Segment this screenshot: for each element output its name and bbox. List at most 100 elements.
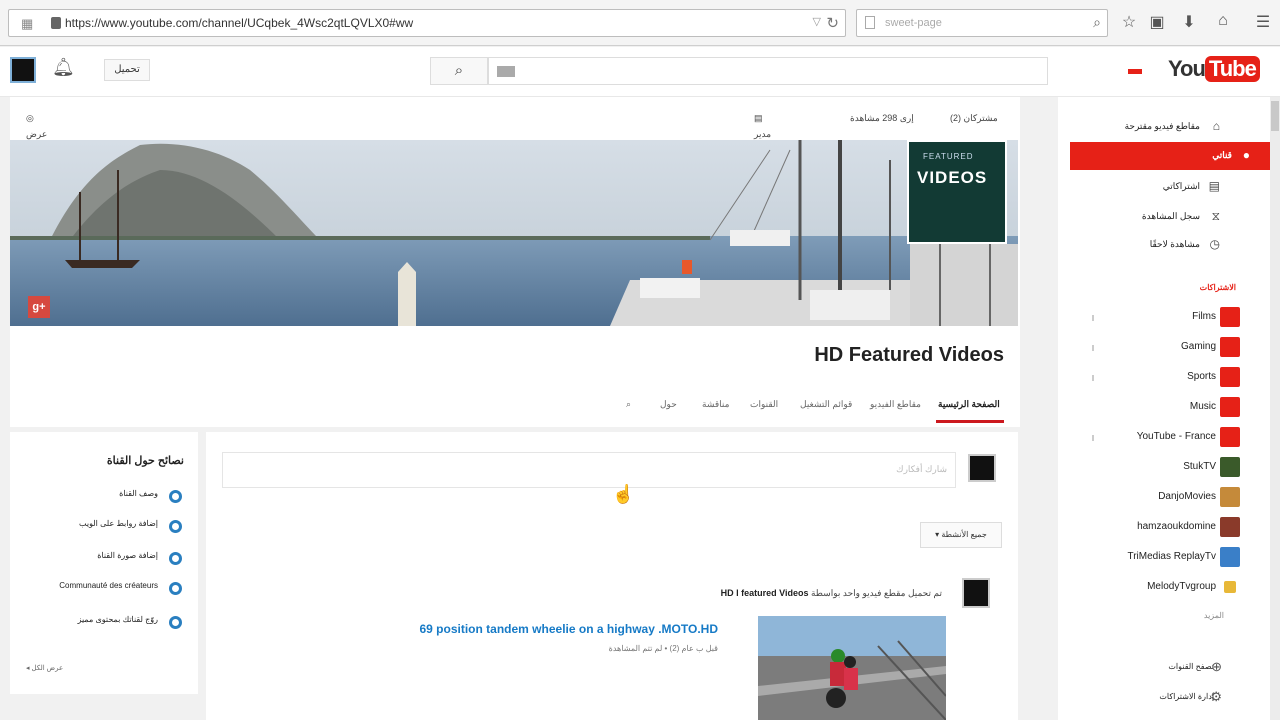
tip-label: وصف القناة bbox=[119, 489, 158, 498]
video-title-link[interactable]: 69 position tandem wheelie on a highway … bbox=[420, 622, 719, 636]
guide-item-suggested[interactable]: مقاطع فيديو مقترحة ⌂ bbox=[1058, 113, 1270, 141]
account-avatar[interactable] bbox=[10, 57, 36, 83]
widget-title: نصائح حول القناة bbox=[106, 455, 184, 467]
browse-channels-link[interactable]: تصفح القنوات ⊕ bbox=[1058, 653, 1270, 681]
bell-icon[interactable]: 🔔︎ bbox=[52, 57, 75, 78]
sidebar-item-stuktv[interactable]: StukTV bbox=[1058, 453, 1270, 483]
guide-item-history[interactable]: سجل المشاهدة ⧖ bbox=[1058, 203, 1270, 231]
sidebar-item-youtube-france[interactable]: YouTube - France bbox=[1058, 423, 1270, 453]
channel-logo[interactable]: FEATURED VIDEOS bbox=[907, 140, 1007, 244]
tab-playlists[interactable]: قوائم التشغيل bbox=[800, 399, 852, 410]
more-subscriptions-link[interactable]: المزيد bbox=[1204, 611, 1224, 620]
subscription-label: Films bbox=[1192, 311, 1216, 322]
activity-filter-dropdown[interactable]: ▾ جميع الأنشطة bbox=[920, 522, 1002, 548]
lock-icon bbox=[51, 17, 61, 29]
tab-search-icon[interactable]: ⌕ bbox=[626, 399, 631, 410]
sidebar-item-danjomovies[interactable]: DanjoMovies bbox=[1058, 483, 1270, 513]
clipboard-icon[interactable]: ▣ bbox=[1146, 12, 1168, 32]
share-post-input[interactable]: شارك أفكارك bbox=[222, 452, 956, 488]
tip-item[interactable]: إضافة صورة القناة bbox=[22, 550, 182, 580]
sports-icon bbox=[1220, 367, 1240, 387]
tip-item[interactable]: روّج لقناتك بمحتوى مميز bbox=[22, 614, 182, 644]
tip-label: إضافة صورة القناة bbox=[97, 551, 158, 560]
tab-discussion[interactable]: مناقشة bbox=[702, 399, 729, 410]
activity-user[interactable]: HD l featured Videos bbox=[721, 588, 809, 598]
channel-avatar bbox=[1220, 517, 1240, 537]
upload-button[interactable]: تحميل bbox=[104, 59, 150, 81]
star-icon[interactable]: ☆ bbox=[1118, 12, 1140, 32]
channel-avatar bbox=[1220, 457, 1240, 477]
dropdown-icon[interactable]: ▽ bbox=[813, 15, 821, 28]
subscription-label: DanjoMovies bbox=[1158, 491, 1216, 502]
tab-home[interactable]: الصفحة الرئيسية bbox=[938, 399, 1000, 410]
page-icon bbox=[865, 16, 875, 29]
tip-label: إضافة روابط على الويب bbox=[79, 519, 158, 528]
manage-subscriptions-link[interactable]: إدارة الاشتراكات ⚙ bbox=[1058, 683, 1270, 711]
user-icon: ● bbox=[1242, 148, 1250, 162]
music-icon bbox=[1220, 397, 1240, 417]
activity-feed: شارك أفكارك ▾ جميع الأنشطة HD l featured… bbox=[206, 432, 1018, 720]
channel-info-row: عرض بـاعتبارك عامة ◎ مدير الفيديو ▤ إرى … bbox=[10, 97, 1020, 161]
tab-about[interactable]: حول bbox=[660, 399, 677, 410]
channel-title: HD Featured Videos bbox=[814, 344, 1004, 366]
channel-avatar bbox=[1220, 487, 1240, 507]
tip-item[interactable]: وصف القناة bbox=[22, 488, 182, 518]
sidebar-item-gaming[interactable]: Gaming bbox=[1058, 333, 1270, 363]
guide-item-my-channel[interactable]: قناتي ● bbox=[1070, 142, 1274, 170]
google-plus-icon[interactable]: g+ bbox=[28, 296, 50, 318]
scrollbar-thumb[interactable] bbox=[1271, 101, 1279, 131]
guide-item-watch-later[interactable]: مشاهدة لاحقًا ◷ bbox=[1058, 231, 1270, 259]
search-button[interactable]: ⌕ bbox=[430, 57, 488, 85]
tab-videos[interactable]: مقاطع الفيديو bbox=[870, 399, 921, 410]
channel-header: عرض بـاعتبارك عامة ◎ مدير الفيديو ▤ إرى … bbox=[10, 97, 1020, 427]
menu-icon[interactable]: ☰ bbox=[1252, 12, 1274, 32]
page-scrollbar[interactable] bbox=[1270, 97, 1280, 720]
video-manager-link[interactable]: مدير الفيديو ▤ bbox=[754, 113, 778, 150]
film-icon bbox=[1220, 307, 1240, 327]
thumbnail-image bbox=[758, 616, 946, 720]
search-input[interactable] bbox=[488, 57, 1048, 85]
subscription-label: Music bbox=[1189, 401, 1216, 412]
download-icon[interactable]: ⬇ bbox=[1178, 12, 1200, 32]
channel-avatar bbox=[1220, 547, 1240, 567]
tip-item[interactable]: إضافة روابط على الويب bbox=[22, 518, 182, 548]
avatar[interactable] bbox=[962, 578, 990, 608]
video-thumbnail[interactable] bbox=[758, 616, 946, 720]
sidebar-item-films[interactable]: Films bbox=[1058, 303, 1270, 333]
show-all-link[interactable]: ◂ عرض الكل bbox=[26, 664, 63, 672]
home-icon[interactable]: ⌂ bbox=[1212, 12, 1234, 30]
search-icon: ⌕ bbox=[454, 62, 464, 79]
gaming-icon bbox=[1220, 337, 1240, 357]
grid-icon: ▤ bbox=[754, 113, 763, 123]
browser-toolbar: ▦ https://www.youtube.com/channel/UCqbek… bbox=[0, 0, 1280, 46]
progress-ring-icon bbox=[169, 616, 182, 629]
reload-icon[interactable]: ↻ bbox=[826, 14, 839, 32]
sidebar-item-hamzaoukdomine[interactable]: hamzaoukdomine bbox=[1058, 513, 1270, 543]
sidebar-item-trimedias[interactable]: TriMedias ReplayTv bbox=[1058, 543, 1270, 573]
view-as-public-link[interactable]: عرض بـاعتبارك عامة ◎ bbox=[26, 113, 59, 161]
sidebar-item-melodytvgroup[interactable]: MelodyTvgroup bbox=[1058, 573, 1270, 603]
address-bar[interactable]: ▦ https://www.youtube.com/channel/UCqbek… bbox=[8, 9, 846, 37]
youtube-logo[interactable]: You Tube bbox=[1168, 56, 1260, 86]
browser-search-box[interactable]: sweet-page ⌕ bbox=[856, 9, 1108, 37]
video-meta: قبل ب عام (2) • لم تتم المشاهدة bbox=[608, 644, 718, 653]
channel-banner[interactable]: g+ FEATURED VIDEOS bbox=[10, 140, 1018, 326]
logo-you: You bbox=[1168, 56, 1206, 81]
progress-ring-icon bbox=[169, 582, 182, 595]
activity-line: HD l featured Videos تم تحميل مقطع فيديو… bbox=[721, 588, 942, 599]
youtube-header: 🔔︎ تحميل ⌕ You Tube bbox=[0, 47, 1280, 97]
channel-logo-text: VIDEOS bbox=[917, 168, 988, 187]
active-tab-indicator bbox=[936, 420, 1004, 423]
sidebar-item-music[interactable]: Music bbox=[1058, 393, 1270, 423]
search-icon[interactable]: ⌕ bbox=[1093, 14, 1101, 31]
tab-channels[interactable]: القنوات bbox=[750, 399, 778, 410]
guide-item-subscriptions[interactable]: اشتراكاتي ▤ bbox=[1058, 173, 1270, 201]
sidebar-item-sports[interactable]: Sports bbox=[1058, 363, 1270, 393]
divider bbox=[1092, 345, 1094, 351]
tip-item[interactable]: Communauté des créateurs bbox=[22, 580, 182, 610]
divider bbox=[1092, 435, 1094, 441]
keyboard-icon[interactable] bbox=[497, 66, 515, 77]
url-text: https://www.youtube.com/channel/UCqbek_4… bbox=[65, 16, 414, 30]
channel-tips-widget: نصائح حول القناة وصف القناة إضافة روابط … bbox=[10, 432, 198, 694]
subscriber-count: مشتركان (2) bbox=[950, 113, 998, 123]
